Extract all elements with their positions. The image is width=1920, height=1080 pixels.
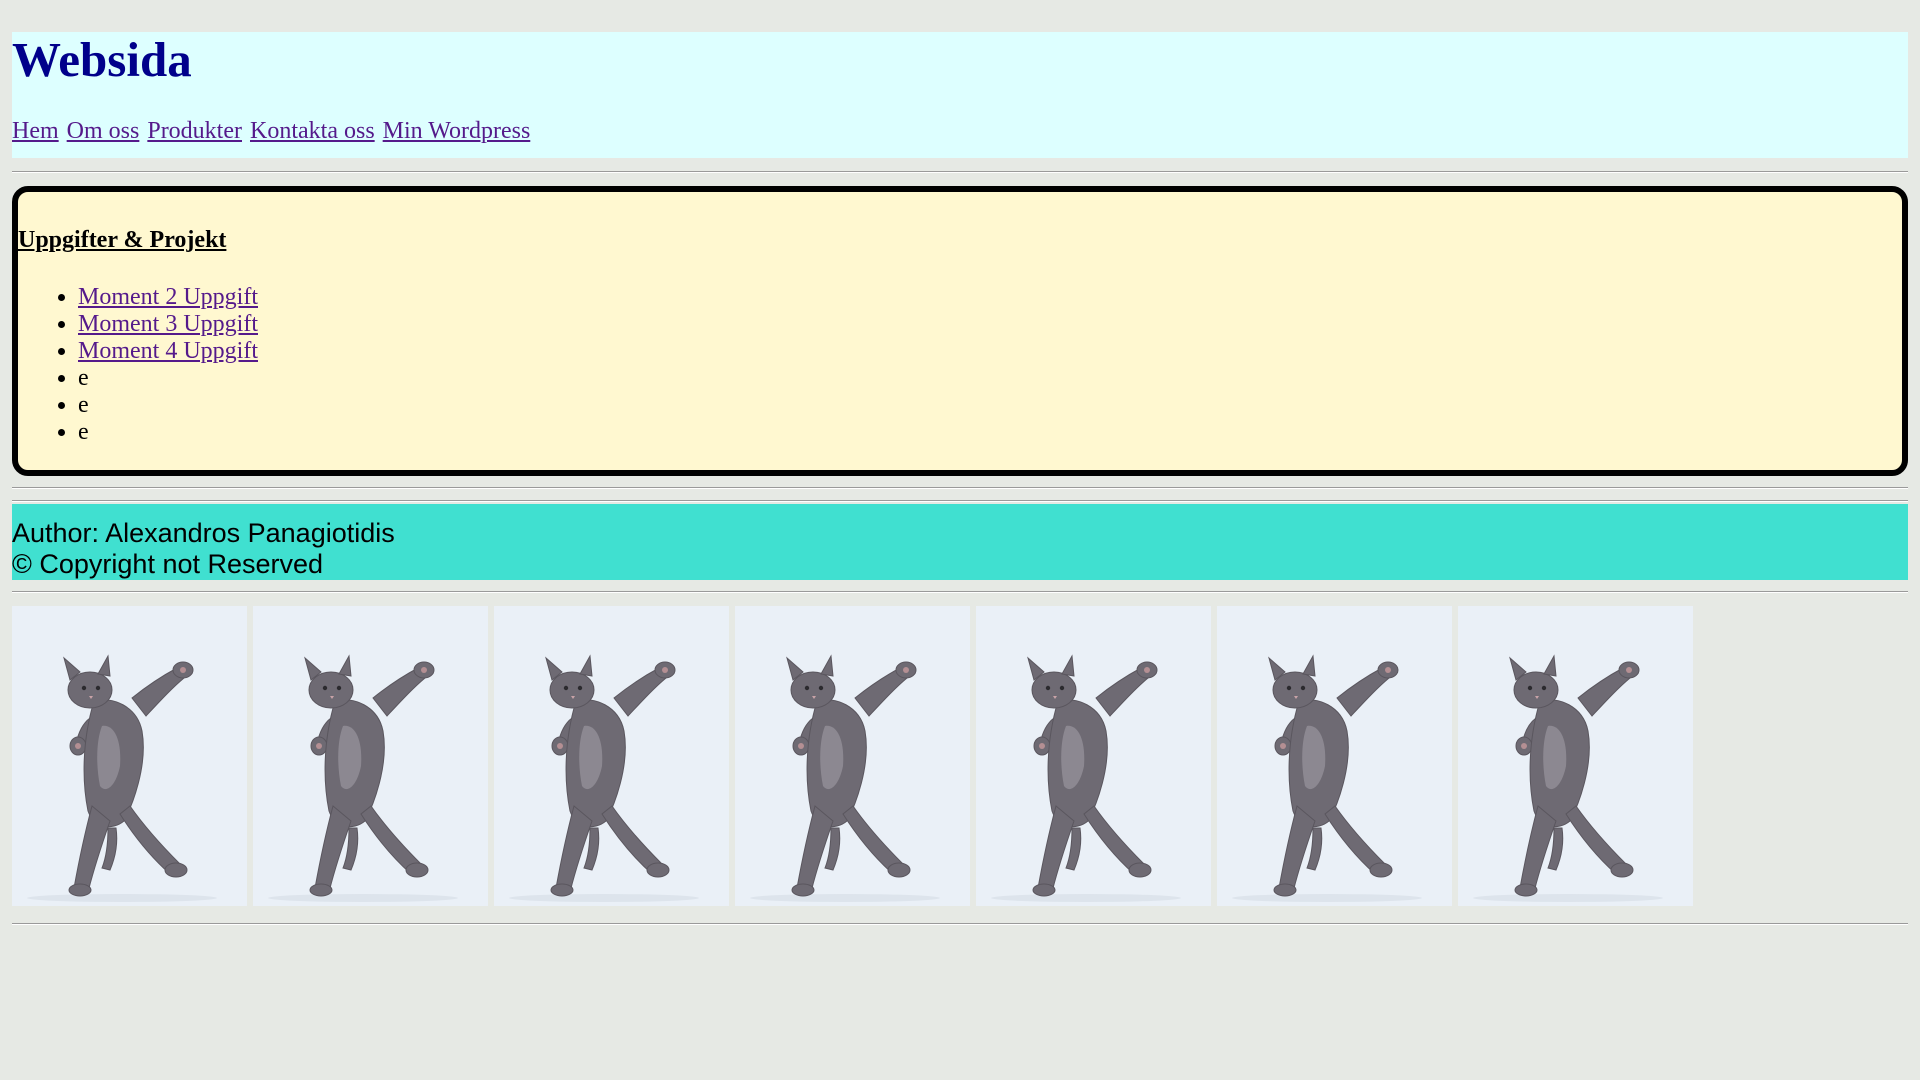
list-item: Moment 3 Uppgift <box>78 311 258 338</box>
cat-image <box>976 606 1211 906</box>
cat-image <box>12 606 247 906</box>
cat-image <box>253 606 488 906</box>
copyright-text: © Copyright not Reserved <box>12 549 324 579</box>
nav-link-produkter[interactable]: Produkter <box>147 118 242 144</box>
cat-gallery <box>12 606 1693 906</box>
task-list: Moment 2 Uppgift Moment 3 Uppgift Moment… <box>18 284 258 446</box>
site-footer: Author: Alexandros Panagiotidis © Copyri… <box>12 504 1908 580</box>
list-item: e <box>78 419 258 446</box>
task-link-moment-2[interactable]: Moment 2 Uppgift <box>78 284 258 310</box>
divider <box>12 500 1908 502</box>
divider <box>12 487 1908 489</box>
cat-image <box>494 606 729 906</box>
tasks-box: Uppgifter & Projekt Moment 2 Uppgift Mom… <box>12 186 1908 476</box>
site-title: Websida <box>12 32 192 87</box>
list-item: e <box>78 365 258 392</box>
main-nav: Hem Om oss Produkter Kontakta oss Min Wo… <box>12 116 532 146</box>
task-link-moment-3[interactable]: Moment 3 Uppgift <box>78 311 258 337</box>
list-item: e <box>78 392 258 419</box>
author-text: Author: Alexandros Panagiotidis <box>12 518 395 548</box>
nav-link-om-oss[interactable]: Om oss <box>67 118 140 144</box>
divider <box>12 923 1908 925</box>
divider <box>12 591 1908 593</box>
cat-image <box>1217 606 1452 906</box>
nav-link-min-wordpress[interactable]: Min Wordpress <box>383 118 531 144</box>
divider <box>12 171 1908 173</box>
cat-image <box>1458 606 1693 906</box>
list-item: Moment 4 Uppgift <box>78 338 258 365</box>
task-link-moment-4[interactable]: Moment 4 Uppgift <box>78 338 258 364</box>
cat-image <box>735 606 970 906</box>
site-header: Websida Hem Om oss Produkter Kontakta os… <box>12 32 1908 158</box>
nav-link-kontakta-oss[interactable]: Kontakta oss <box>250 118 375 144</box>
list-item: Moment 2 Uppgift <box>78 284 258 311</box>
tasks-heading: Uppgifter & Projekt <box>18 227 227 253</box>
nav-link-hem[interactable]: Hem <box>12 118 59 144</box>
